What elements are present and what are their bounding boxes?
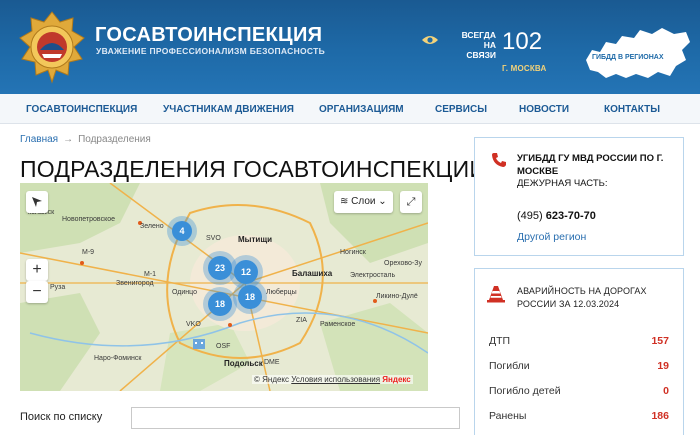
department-name: УГИБДД ГУ МВД РОССИИ ПО Г. МОСКВЕ — [517, 153, 664, 177]
site-slogan: УВАЖЕНИЕ ПРОФЕССИОНАЛИЗМ БЕЗОПАСНОСТЬ — [96, 46, 326, 56]
map-place-lyubertsy: Люберцы — [266, 289, 297, 296]
hotline-number[interactable]: 102 — [502, 28, 542, 56]
always-line-2: НА СВЯЗИ — [466, 40, 496, 60]
chevron-down-icon: ⌄ — [378, 196, 387, 207]
units-map[interactable]: коламск Зелено Новопетровское Мытищи Ног… — [20, 183, 428, 391]
duty-contact-card: УГИБДД ГУ МВД РОССИИ ПО Г. МОСКВЕ ДЕЖУРН… — [474, 137, 684, 256]
stat-label: Ранены — [489, 410, 527, 422]
duty-phone-prefix: (495) — [517, 210, 546, 222]
yandex-logo[interactable]: Яндекс — [382, 375, 410, 384]
traffic-police-emblem-logo[interactable] — [18, 10, 86, 84]
other-region-link[interactable]: Другой регион — [517, 231, 586, 243]
duty-phone[interactable]: (495) 623-70-70 — [517, 210, 596, 222]
stat-row-injured: Ранены 186 — [489, 410, 669, 422]
map-place-zvenigorod: Звенигород — [116, 280, 154, 287]
traffic-cone-icon — [487, 286, 505, 303]
map-place-novopetrovskoe: Новопетровское — [62, 216, 115, 223]
phone-icon — [492, 153, 506, 167]
map-airport-vko: VKO — [186, 321, 201, 328]
stat-label: Погибли — [489, 360, 530, 372]
breadcrumb: Главная → Подразделения — [20, 134, 151, 145]
stat-value: 0 — [663, 385, 669, 397]
map-terms-link[interactable]: Условия использования — [291, 375, 380, 384]
stat-row-accidents: ДТП 157 — [489, 335, 669, 347]
accidents-card: АВАРИЙНОСТЬ НА ДОРОГАХ РОССИИ ЗА 12.03.2… — [474, 268, 684, 435]
always-line-1: ВСЕГДА — [461, 30, 496, 40]
map-place-noginsk: Ногинск — [340, 249, 366, 256]
nav-item-contacts[interactable]: КОНТАКТЫ — [604, 104, 660, 115]
stat-row-killed: Погибли 19 — [489, 360, 669, 372]
map-cluster-marker[interactable]: 12 — [234, 260, 258, 284]
map-place-balashikha: Балашиха — [292, 269, 333, 278]
fullscreen-button[interactable]: ⤢ — [400, 191, 422, 213]
building-icon — [193, 339, 205, 349]
map-place-orekhovo: Орехово-Зу — [384, 260, 422, 267]
map-place-naro-fominsk: Наро-Фоминск — [94, 355, 142, 362]
site-title[interactable]: ГОСАВТОИНСПЕКЦИЯ — [95, 24, 322, 47]
breadcrumb-separator: → — [63, 134, 74, 145]
stat-label: Погибло детей — [489, 385, 561, 397]
map-place-elektrostal: Электросталь — [350, 272, 396, 279]
map-airport-svo: SVO — [206, 235, 221, 242]
map-place-zelenograd: Зелено — [140, 223, 164, 230]
map-airport-zia: ZIA — [296, 317, 307, 324]
accidents-title: АВАРИЙНОСТЬ НА ДОРОГАХ РОССИИ ЗА 12.03.2… — [517, 286, 647, 309]
map-place-mytishchi: Мытищи — [238, 235, 272, 244]
map-cluster-marker[interactable]: 18 — [238, 285, 262, 309]
stat-label: ДТП — [489, 335, 511, 347]
list-search-label: Поиск по списку — [20, 411, 103, 423]
stat-value: 186 — [651, 410, 669, 422]
always-connected-label: ВСЕГДА НА СВЯЗИ — [452, 30, 496, 60]
nav-item-services[interactable]: СЕРВИСЫ — [435, 104, 487, 115]
duty-label: ДЕЖУРНАЯ ЧАСТЬ: — [517, 178, 608, 189]
duty-phone-number: 623-70-70 — [545, 210, 596, 222]
map-cluster-marker[interactable]: 4 — [172, 221, 192, 241]
expand-icon: ⤢ — [406, 196, 416, 208]
list-search-input[interactable] — [131, 407, 460, 429]
nav-item-gosavtoinspektsiya[interactable]: ГОСАВТОИНСПЕКЦИЯ — [26, 104, 137, 115]
layers-icon: ≋ — [340, 196, 349, 207]
stat-value: 19 — [657, 360, 669, 372]
stat-row-children-killed: Погибло детей 0 — [489, 385, 669, 397]
layers-label: Слои — [351, 196, 376, 207]
map-place-podolsk: Подольск — [224, 359, 263, 368]
nav-item-road-users[interactable]: УЧАСТНИКАМ ДВИЖЕНИЯ — [163, 104, 294, 115]
map-cluster-marker[interactable]: 23 — [208, 256, 232, 280]
location-arrow-icon — [32, 197, 42, 207]
layers-button[interactable]: ≋ Слои ⌄ — [334, 191, 393, 213]
site-header: ГОСАВТОИНСПЕКЦИЯ УВАЖЕНИЕ ПРОФЕССИОНАЛИЗ… — [0, 0, 700, 94]
regions-label[interactable]: ГИБДД В РЕГИОНАХ — [592, 54, 664, 61]
page-title: ПОДРАЗДЕЛЕНИЯ ГОСАВТОИНСПЕКЦИИ — [20, 156, 487, 182]
map-place-ruza: Руза — [50, 284, 66, 291]
map-place-likino: Ликино-Дулё — [376, 293, 418, 300]
map-airport-dme: DME — [264, 359, 280, 366]
zoom-out-button[interactable]: − — [26, 281, 48, 303]
geolocation-button[interactable] — [26, 191, 48, 213]
map-place-ramenskoe: Раменское — [320, 321, 356, 328]
stat-value: 157 — [651, 335, 669, 347]
map-road-m1: M-1 — [144, 271, 157, 278]
russia-map-icon[interactable] — [582, 20, 692, 84]
breadcrumb-current: Подразделения — [78, 134, 151, 145]
map-place-odintsovo: Одинцо — [172, 289, 197, 296]
zoom-in-button[interactable]: + — [26, 259, 48, 281]
main-nav: ГОСАВТОИНСПЕКЦИЯ УЧАСТНИКАМ ДВИЖЕНИЯ ОРГ… — [0, 94, 700, 124]
map-copyright[interactable]: © Яндекс — [254, 375, 289, 384]
map-road-m9: M-9 — [82, 249, 95, 256]
map-footer: © Яндекс Условия использования Яндекс — [252, 375, 413, 384]
map-airport-osf: OSF — [216, 343, 231, 350]
eye-icon[interactable] — [421, 34, 439, 46]
nav-item-organizations[interactable]: ОРГАНИЗАЦИЯМ — [319, 104, 404, 115]
city-label: Г. МОСКВА — [502, 64, 547, 73]
map-cluster-marker[interactable]: 18 — [208, 292, 232, 316]
nav-item-news[interactable]: НОВОСТИ — [519, 104, 569, 115]
breadcrumb-home-link[interactable]: Главная — [20, 134, 58, 145]
